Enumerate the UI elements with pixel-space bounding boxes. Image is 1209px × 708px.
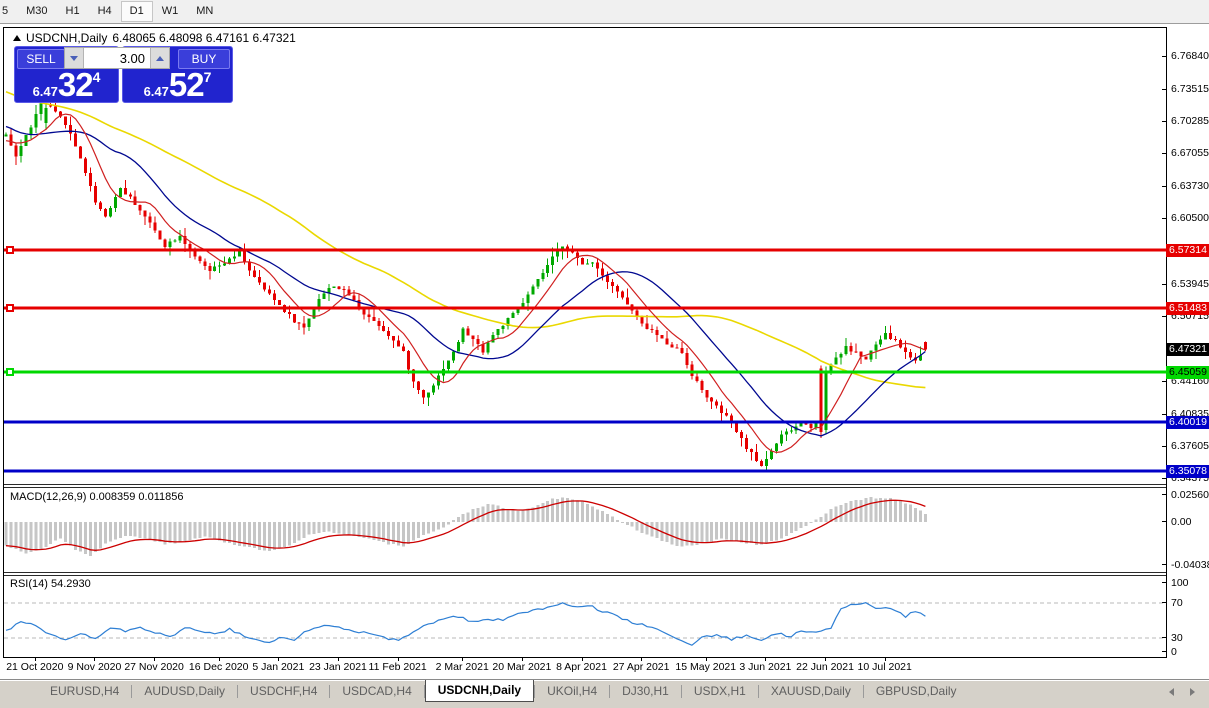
axis-tick-mark [1162, 494, 1167, 495]
date-tick-label: 23 Jan 2021 [309, 661, 367, 673]
date-tick-label: 16 Dec 2020 [189, 661, 249, 673]
date-axis[interactable]: 21 Oct 2020 9 Nov 202027 Nov 2020 16 Dec 2… [3, 659, 1166, 677]
arrow-down-icon [70, 56, 78, 61]
macd-tick-label: -0.040386 [1171, 559, 1209, 571]
pane-separator[interactable] [4, 484, 1167, 488]
chart-tab-usdx[interactable]: USDX,H1 [682, 681, 758, 702]
axis-tick-mark [1162, 89, 1167, 90]
axis-tick-mark [1162, 651, 1167, 652]
axis-tick-mark [1162, 284, 1167, 285]
date-tick-label: 27 Apr 2021 [613, 661, 670, 673]
arrow-up-icon [156, 56, 164, 61]
date-tick-label: 3 Jun 2021 [739, 661, 791, 673]
current-price-label: 6.47321 [1166, 343, 1209, 356]
volume-input[interactable] [84, 48, 150, 68]
axis-tick-mark [1162, 602, 1167, 603]
axis-tick-mark [1162, 564, 1167, 565]
timeframe-button-h1[interactable]: H1 [57, 1, 89, 22]
timeframe-button-mn[interactable]: MN [187, 1, 222, 22]
chart-tab-dj30[interactable]: DJ30,H1 [610, 681, 681, 702]
sell-price: 6.47324 [15, 69, 118, 100]
price-tick-label: 6.70285 [1171, 115, 1209, 127]
tab-strip: EURUSD,H4AUDUSD,DailyUSDCHF,H4USDCAD,H4U… [38, 680, 969, 702]
chart-window: USDCNH,Daily 6.48065 6.48098 6.47161 6.4… [3, 27, 1167, 658]
chart-tab-usdchf[interactable]: USDCHF,H4 [238, 681, 329, 702]
rsi-tick-label: 100 [1171, 577, 1189, 589]
scroll-right-icon[interactable] [1190, 688, 1195, 696]
tab-scroll-arrows [1169, 688, 1195, 696]
axis-tick-mark [1162, 637, 1167, 638]
chart-tab-audusd[interactable]: AUDUSD,Daily [132, 681, 237, 702]
price-tick-label: 6.73515 [1171, 83, 1209, 95]
date-tick-label: 27 Nov 2020 [124, 661, 184, 673]
timeframe-button-w1[interactable]: W1 [153, 1, 188, 22]
timeframe-button-d1[interactable]: D1 [121, 1, 153, 22]
rsi-tick-label: 0 [1171, 646, 1177, 658]
date-tick-label: 15 May 2021 [675, 661, 736, 673]
axis-tick-mark [1162, 153, 1167, 154]
symbol-arrow-icon [13, 35, 21, 41]
price-tick-label: 6.76840 [1171, 50, 1209, 62]
date-tick-label: 9 Nov 2020 [68, 661, 122, 673]
macd-tick-label: 0.025609 [1171, 489, 1209, 501]
chart-symbol-title: USDCNH,Daily [26, 31, 107, 45]
volume-decrease-button[interactable] [65, 48, 84, 68]
chart-tab-usdcad[interactable]: USDCAD,H4 [330, 681, 423, 702]
volume-increase-button[interactable] [150, 48, 169, 68]
axis-tick-mark [1162, 446, 1167, 447]
chart-ohlc-values: 6.48065 6.48098 6.47161 6.47321 [112, 31, 296, 45]
rsi-indicator-pane[interactable] [4, 576, 1166, 657]
chart-tab-usdcnh[interactable]: USDCNH,Daily [425, 680, 534, 702]
axis-tick-mark [1162, 56, 1167, 57]
axis-tick-mark [1162, 381, 1167, 382]
one-click-trading-panel: SELL 6.47324 BUY 6.47527 [14, 46, 233, 103]
axis-tick-mark [1162, 316, 1167, 317]
axis-tick-mark [1162, 218, 1167, 219]
chart-tab-xauusd[interactable]: XAUUSD,Daily [759, 681, 863, 702]
price-tick-label: 6.60500 [1171, 212, 1209, 224]
axis-tick-mark [1162, 121, 1167, 122]
level-price-label: 6.45059 [1166, 366, 1209, 379]
rsi-tick-label: 70 [1171, 597, 1183, 609]
date-tick-label: 22 Jun 2021 [796, 661, 854, 673]
chart-tab-gbpusd[interactable]: GBPUSD,Daily [864, 681, 969, 702]
date-tick-label: 11 Feb 2021 [369, 661, 427, 673]
chart-header: USDCNH,Daily 6.48065 6.48098 6.47161 6.4… [13, 31, 296, 45]
buy-price: 6.47527 [123, 69, 232, 100]
price-tick-label: 6.67055 [1171, 147, 1209, 159]
timeframe-toolbar: 5M30H1H4D1W1MN [0, 0, 1209, 24]
chart-tab-eurusd[interactable]: EURUSD,H4 [38, 681, 131, 702]
level-price-label: 6.51483 [1166, 302, 1209, 315]
price-axis[interactable]: 6.76840 6.73515 6.70285 6.67055 6.63730 6.605… [1167, 27, 1209, 659]
chart-tab-ukoil[interactable]: UKOil,H4 [535, 681, 609, 702]
level-price-label: 6.35078 [1166, 465, 1209, 478]
level-price-label: 6.57314 [1166, 244, 1209, 257]
timeframe-button-5[interactable]: 5 [0, 1, 17, 22]
trading-terminal: 5M30H1H4D1W1MN USDCNH,Daily 6.48065 6.48… [0, 0, 1209, 708]
axis-tick-mark [1162, 582, 1167, 583]
rsi-tick-label: 30 [1171, 632, 1183, 644]
date-tick-label: 10 Jul 2021 [858, 661, 912, 673]
date-tick-label: 8 Apr 2021 [556, 661, 607, 673]
macd-tick-label: 0.00 [1171, 516, 1191, 528]
date-tick-label: 5 Jan 2021 [252, 661, 304, 673]
timeframe-button-h4[interactable]: H4 [89, 1, 121, 22]
timeframe-button-m30[interactable]: M30 [17, 1, 56, 22]
axis-tick-mark [1162, 478, 1167, 479]
axis-tick-mark [1162, 414, 1167, 415]
price-tick-label: 6.37605 [1171, 440, 1209, 452]
price-tick-label: 6.53945 [1171, 278, 1209, 290]
level-price-label: 6.40019 [1166, 416, 1209, 429]
axis-tick-mark [1162, 186, 1167, 187]
date-tick-label: 20 Mar 2021 [492, 661, 551, 673]
chart-tab-bar: EURUSD,H4AUDUSD,DailyUSDCHF,H4USDCAD,H4U… [0, 679, 1209, 708]
axis-tick-mark [1162, 521, 1167, 522]
rsi-label: RSI(14) 54.2930 [10, 578, 91, 590]
volume-spinner [64, 47, 170, 69]
macd-label: MACD(12,26,9) 0.008359 0.011856 [10, 491, 183, 503]
scroll-left-icon[interactable] [1169, 688, 1174, 696]
date-tick-label: 21 Oct 2020 [6, 661, 63, 673]
price-tick-label: 6.63730 [1171, 180, 1209, 192]
date-tick-label: 2 Mar 2021 [436, 661, 489, 673]
